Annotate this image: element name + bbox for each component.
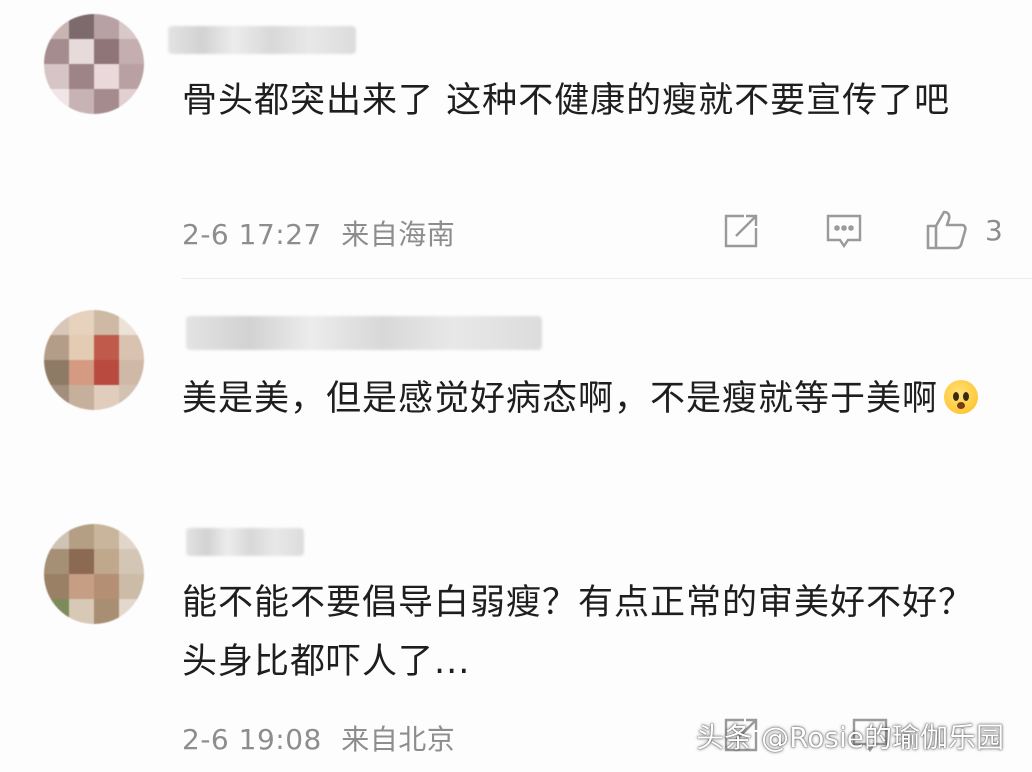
comment-2: 美是美，但是感觉好病态啊，不是瘦就等于美啊: [0, 280, 1032, 500]
comment-location: 来自北京: [341, 723, 456, 756]
avatar[interactable]: [44, 524, 144, 624]
comment-location: 来自海南: [341, 218, 456, 251]
comment-text: 美是美，但是感觉好病态啊，不是瘦就等于美啊: [182, 370, 1002, 429]
like-count: 3: [985, 214, 1003, 247]
username-blurred[interactable]: [168, 26, 356, 54]
avatar[interactable]: [44, 14, 144, 114]
comment-text-content: 美是美，但是感觉好病态啊，不是瘦就等于美啊: [182, 379, 939, 419]
username-blurred[interactable]: [186, 316, 542, 350]
thumbs-up-icon[interactable]: [924, 208, 968, 250]
share-icon[interactable]: [722, 212, 760, 250]
comment-1: 骨头都突出来了 这种不健康的瘦就不要宣传了吧 2-6 17:27 来自海南 3: [0, 0, 1032, 280]
watermark: 头条 @Rosie的瑜伽乐园: [696, 721, 1004, 754]
comment-meta: 2-6 19:08 来自北京: [182, 718, 455, 758]
comment-meta: 2-6 17:27 来自海南: [182, 213, 455, 253]
comment-time: 2-6 19:08: [182, 723, 322, 756]
divider: [182, 278, 1032, 279]
comment-time: 2-6 17:27: [182, 218, 322, 251]
avatar[interactable]: [44, 310, 144, 410]
emoji-icon: [944, 380, 979, 414]
comment-text: 能不能不要倡导白弱瘦？有点正常的审美好不好？头身比都吓人了...: [182, 583, 975, 682]
comment-icon[interactable]: [824, 212, 864, 250]
username-blurred[interactable]: [186, 528, 304, 556]
comment-text: 骨头都突出来了 这种不健康的瘦就不要宣传了吧: [182, 81, 951, 121]
